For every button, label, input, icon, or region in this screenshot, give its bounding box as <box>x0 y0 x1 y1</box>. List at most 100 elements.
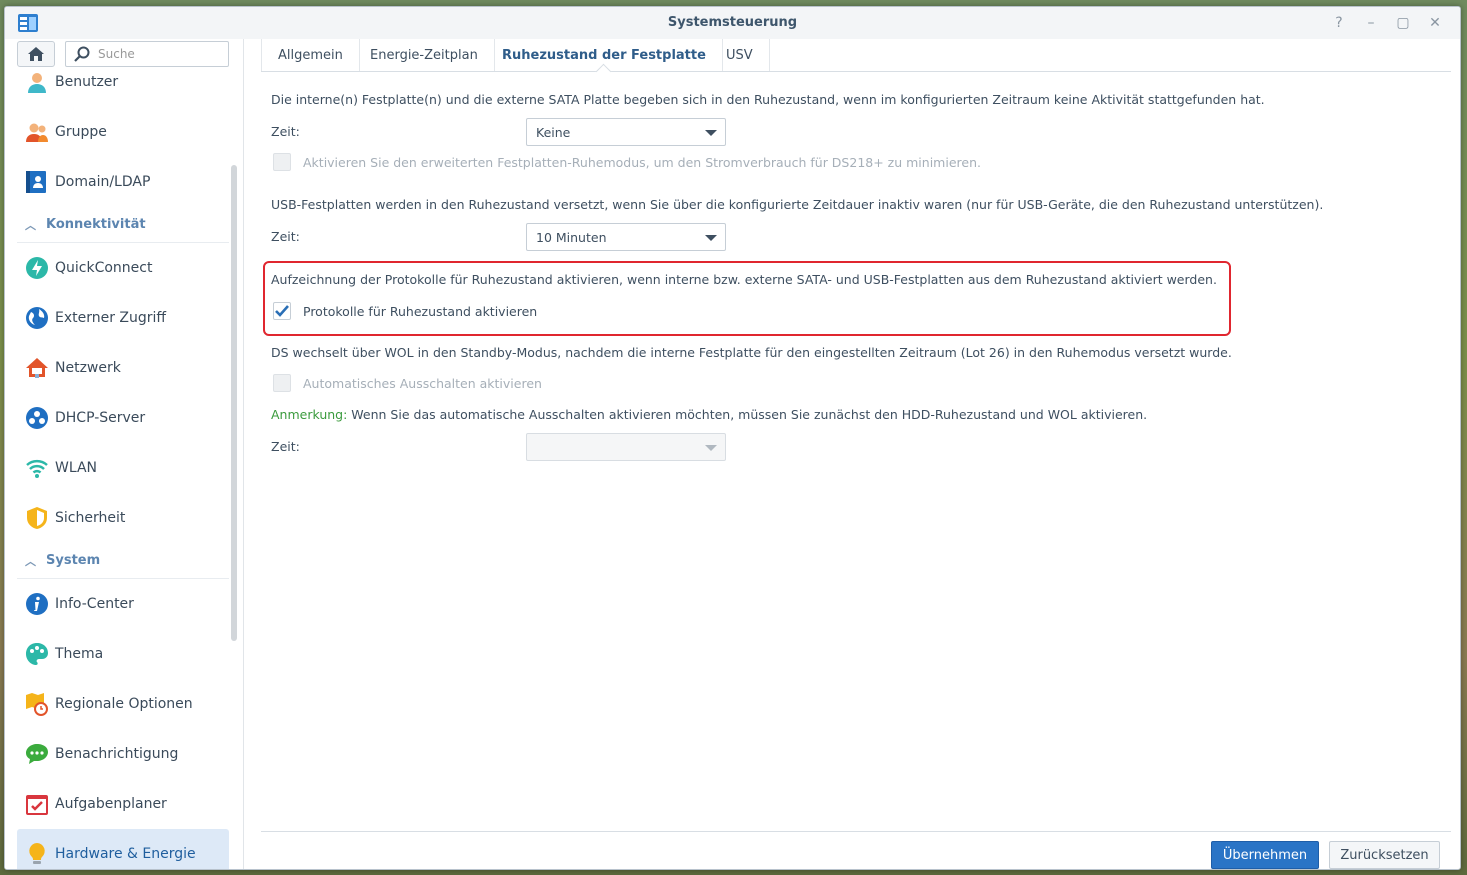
caret-down-icon <box>705 445 717 451</box>
shield-icon <box>27 507 47 529</box>
internal-time-select[interactable]: Keine <box>526 118 726 146</box>
lightbulb-icon <box>29 843 45 864</box>
sidebar-item-dhcp-server[interactable]: DHCP-Server <box>17 393 229 443</box>
sidebar-item-label: Externer Zugriff <box>55 310 167 326</box>
note-key: Anmerkung: <box>271 407 348 422</box>
select-value: Keine <box>536 124 571 140</box>
tab-ruhezustand-festplatte[interactable]: Ruhezustand der Festplatte <box>486 39 723 71</box>
sidebar-item-info-center[interactable]: Info-Center <box>17 579 229 629</box>
maximize-icon[interactable]: ▢ <box>1392 13 1414 33</box>
tab-energie-zeitplan[interactable]: Energie-Zeitplan <box>354 39 495 71</box>
auto-off-time-select[interactable] <box>526 433 726 461</box>
sidebar-item-label: Gruppe <box>55 124 107 140</box>
sidebar-item-netzwerk[interactable]: Netzwerk <box>17 343 229 393</box>
sidebar-item-hardware-energie[interactable]: Hardware & Energie <box>17 829 229 869</box>
sidebar-item-label: Thema <box>55 646 104 662</box>
sidebar-item-label: Benachrichtigung <box>55 746 179 762</box>
window-title: Systemsteuerung <box>667 15 798 30</box>
sidebar-item-gruppe[interactable]: Gruppe <box>17 107 229 157</box>
sidebar-item-label: Sicherheit <box>55 510 126 526</box>
sidebar-item-label: Regionale Optionen <box>55 696 193 712</box>
sidebar-item-label: Info-Center <box>55 596 134 612</box>
palette-icon <box>26 643 48 665</box>
caret-down-icon <box>705 235 717 241</box>
dhcp-icon <box>26 407 48 429</box>
usb-time-select[interactable]: 10 Minuten <box>526 223 726 251</box>
calendar-check-icon <box>26 795 48 815</box>
note-text: Anmerkung: Wenn Sie das automatische Aus… <box>271 407 1147 422</box>
log-description: Aufzeichnung der Protokolle für Ruhezust… <box>271 272 1217 287</box>
advanced-mode-checkbox[interactable] <box>273 153 291 171</box>
auto-off-time-label: Zeit: <box>271 439 300 454</box>
search-input[interactable] <box>96 46 216 62</box>
chevron-up-icon: ︿ <box>25 554 36 568</box>
sidebar-item-benachrichtigung[interactable]: Benachrichtigung <box>17 729 229 779</box>
note-body: Wenn Sie das automatische Ausschalten ak… <box>347 407 1148 422</box>
wol-description: DS wechselt über WOL in den Standby-Modu… <box>271 345 1232 360</box>
sidebar-item-label: Aufgabenplaner <box>55 796 167 812</box>
sidebar: Benutzer Gruppe Domain/LDAP ︿ Konnektivi… <box>5 39 244 869</box>
minimize-icon[interactable]: – <box>1360 13 1382 33</box>
sidebar-item-aufgabenplaner[interactable]: Aufgabenplaner <box>17 779 229 829</box>
caret-down-icon <box>705 130 717 136</box>
group-icon <box>26 123 48 142</box>
sidebar-list: Benutzer Gruppe Domain/LDAP ︿ Konnektivi… <box>17 57 229 869</box>
sidebar-item-label: Hardware & Energie <box>55 846 196 862</box>
user-icon <box>28 73 46 93</box>
sidebar-item-wlan[interactable]: WLAN <box>17 443 229 493</box>
sidebar-item-label: WLAN <box>55 460 98 476</box>
internal-disk-description: Die interne(n) Festplatte(n) und die ext… <box>271 92 1265 107</box>
globe-icon <box>26 307 48 329</box>
log-checkbox-label: Protokolle für Ruhezustand aktivieren <box>303 303 538 319</box>
quickconnect-icon <box>26 257 48 279</box>
search-box[interactable] <box>65 41 229 67</box>
auto-off-row: Automatisches Ausschalten aktivieren <box>273 374 542 392</box>
network-house-icon <box>26 358 48 378</box>
sidebar-item-externer-zugriff[interactable]: Externer Zugriff <box>17 293 229 343</box>
internal-time-label: Zeit: <box>271 124 300 139</box>
tab-allgemein[interactable]: Allgemein <box>261 39 360 71</box>
sidebar-item-label: DHCP-Server <box>55 410 146 426</box>
sidebar-section-system[interactable]: ︿ System <box>17 543 229 579</box>
search-icon <box>74 46 90 62</box>
chat-bubble-icon <box>26 744 48 764</box>
sidebar-item-domain-ldap[interactable]: Domain/LDAP <box>17 157 229 207</box>
auto-off-checkbox[interactable] <box>273 374 291 392</box>
regional-clock-icon <box>26 693 48 716</box>
close-icon[interactable]: ✕ <box>1424 13 1446 33</box>
title-bar[interactable]: Systemsteuerung ? – ▢ ✕ <box>5 7 1460 39</box>
sidebar-top-bar <box>5 39 243 73</box>
info-icon <box>26 593 48 615</box>
control-panel-window: Systemsteuerung ? – ▢ ✕ Benutzer Gruppe <box>4 6 1461 870</box>
select-value: 10 Minuten <box>536 229 607 245</box>
sidebar-item-regionale-optionen[interactable]: Regionale Optionen <box>17 679 229 729</box>
section-title: Konnektivität <box>46 217 146 232</box>
reset-button[interactable]: Zurücksetzen <box>1329 841 1440 869</box>
apply-button[interactable]: Übernehmen <box>1211 841 1319 869</box>
log-checkbox[interactable] <box>273 302 291 320</box>
advanced-mode-row: Aktivieren Sie den erweiterten Festplatt… <box>273 153 981 171</box>
window-controls: ? – ▢ ✕ <box>1328 13 1446 33</box>
home-button[interactable] <box>17 41 55 67</box>
sidebar-item-quickconnect[interactable]: QuickConnect <box>17 243 229 293</box>
advanced-mode-label: Aktivieren Sie den erweiterten Festplatt… <box>303 154 981 170</box>
help-icon[interactable]: ? <box>1328 13 1350 33</box>
wifi-icon <box>26 460 48 478</box>
footer-divider <box>261 831 1451 832</box>
home-icon <box>28 47 44 61</box>
sidebar-item-label: Domain/LDAP <box>55 174 151 190</box>
tab-usv[interactable]: USV <box>710 39 770 71</box>
sidebar-item-sicherheit[interactable]: Sicherheit <box>17 493 229 543</box>
sidebar-item-thema[interactable]: Thema <box>17 629 229 679</box>
usb-time-label: Zeit: <box>271 229 300 244</box>
domain-icon <box>26 171 46 193</box>
main-content: Allgemein Energie-Zeitplan Ruhezustand d… <box>261 39 1451 869</box>
section-title: System <box>46 553 101 568</box>
sidebar-section-konnektivitaet[interactable]: ︿ Konnektivität <box>17 207 229 243</box>
sidebar-scrollbar[interactable] <box>231 165 237 641</box>
sidebar-item-label: Benutzer <box>55 74 119 90</box>
usb-disk-description: USB-Festplatten werden in den Ruhezustan… <box>271 197 1324 212</box>
checkmark-icon <box>275 305 289 317</box>
sidebar-item-label: QuickConnect <box>55 260 153 276</box>
sidebar-item-label: Netzwerk <box>55 360 121 376</box>
